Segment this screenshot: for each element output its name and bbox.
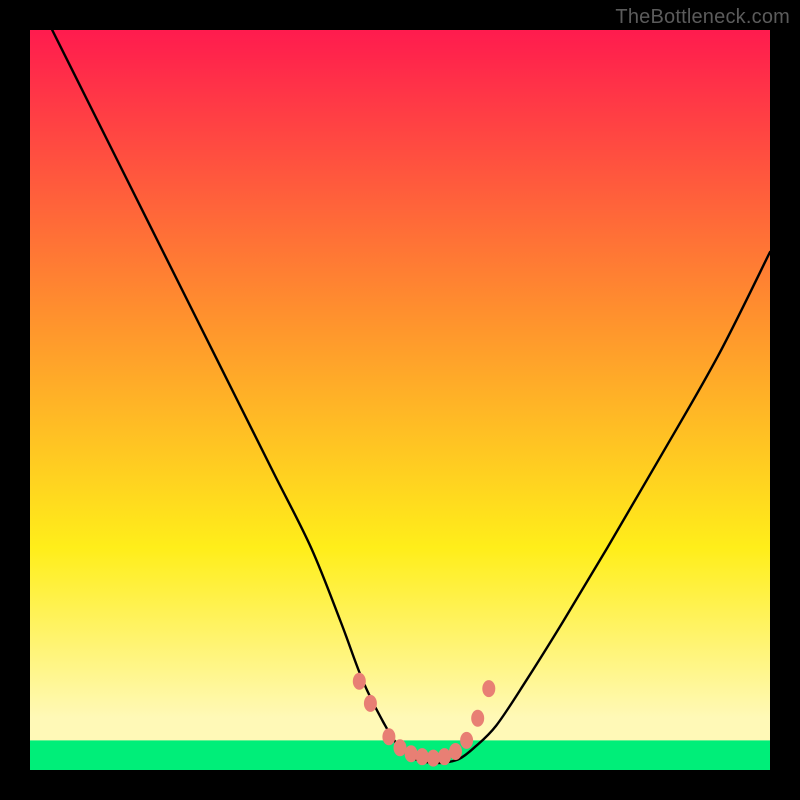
marker-dot [482,680,495,697]
marker-dot [427,750,440,767]
marker-dot [416,748,429,765]
watermark-text: TheBottleneck.com [615,6,790,29]
marker-dot [353,673,366,690]
marker-dot [449,743,462,760]
plot-background [30,30,770,770]
marker-dot [364,695,377,712]
chart-frame: TheBottleneck.com [0,0,800,800]
chart-canvas [30,30,770,770]
marker-dot [460,732,473,749]
marker-dot [394,739,407,756]
marker-dot [382,728,395,745]
marker-dot [438,748,451,765]
marker-dot [405,745,418,762]
marker-dot [471,710,484,727]
